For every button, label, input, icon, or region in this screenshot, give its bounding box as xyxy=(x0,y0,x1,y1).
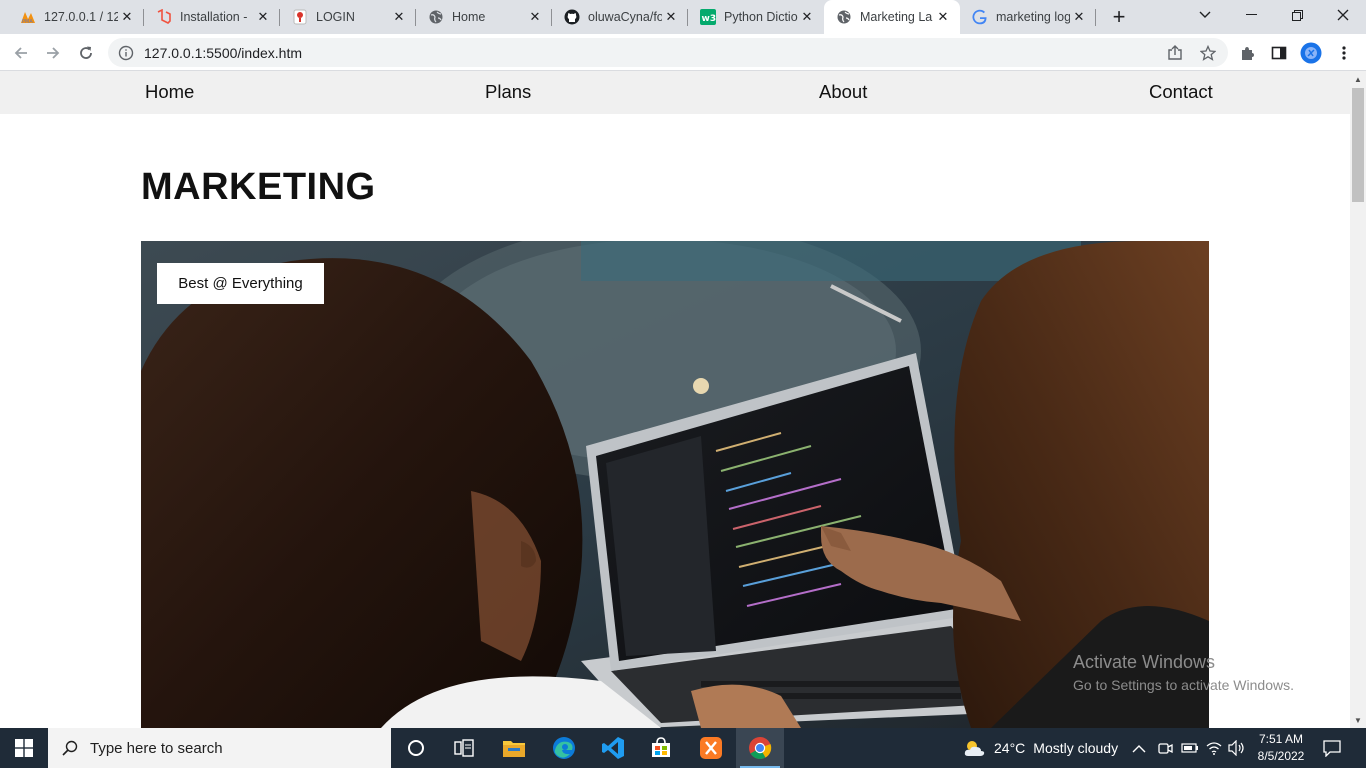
close-tab-icon[interactable]: ✕ xyxy=(662,8,680,26)
microsoft-store-icon[interactable] xyxy=(637,728,685,768)
tab-login[interactable]: LOGIN ✕ xyxy=(280,0,416,34)
address-bar[interactable]: 127.0.0.1:5500/index.htm xyxy=(108,38,1228,67)
google-icon xyxy=(972,9,988,25)
weather-temp: 24°C xyxy=(994,740,1026,756)
restore-button[interactable] xyxy=(1274,0,1320,30)
tab-phpmyadmin[interactable]: PMA 127.0.0.1 / 12 ✕ xyxy=(8,0,144,34)
show-hidden-icons-icon[interactable] xyxy=(1132,728,1146,768)
back-button[interactable] xyxy=(8,40,34,66)
hero-tag-label: Best @ Everything xyxy=(157,263,324,304)
start-button[interactable] xyxy=(0,728,48,768)
close-window-button[interactable] xyxy=(1320,0,1366,30)
tab-marketing[interactable]: Marketing La ✕ xyxy=(824,0,960,34)
github-icon xyxy=(564,9,580,25)
tab-home[interactable]: Home ✕ xyxy=(416,0,552,34)
tab-python-dictionary[interactable]: w3 Python Dictio ✕ xyxy=(688,0,824,34)
browser-tab-strip: PMA 127.0.0.1 / 12 ✕ Installation - ✕ LO… xyxy=(0,0,1366,34)
taskbar-clock[interactable]: 7:51 AM 8/5/2022 xyxy=(1250,731,1312,765)
page-title: MARKETING xyxy=(141,166,376,208)
bookmark-star-icon[interactable] xyxy=(1195,40,1221,66)
windows-taskbar: Type here to search 24°C Mostly cloudy 7… xyxy=(0,728,1366,768)
tab-search-icon[interactable] xyxy=(1182,0,1228,30)
weather-condition: Mostly cloudy xyxy=(1033,740,1119,756)
scrollbar-thumb[interactable] xyxy=(1352,88,1364,202)
w3schools-icon: w3 xyxy=(700,9,716,25)
login-page-icon xyxy=(292,9,308,25)
url-text: 127.0.0.1:5500/index.htm xyxy=(144,44,303,61)
tab-google-search[interactable]: marketing log ✕ xyxy=(960,0,1096,34)
svg-text:PMA: PMA xyxy=(22,19,33,24)
reload-button[interactable] xyxy=(73,40,99,66)
chrome-menu-icon[interactable] xyxy=(1331,40,1357,66)
edge-browser-icon[interactable] xyxy=(540,728,588,768)
scroll-down-arrow-icon[interactable]: ▼ xyxy=(1350,713,1366,727)
close-tab-icon[interactable]: ✕ xyxy=(390,8,408,26)
minimize-button[interactable] xyxy=(1228,0,1274,30)
close-tab-icon[interactable]: ✕ xyxy=(526,8,544,26)
page-scrollbar[interactable]: ▲ ▼ xyxy=(1350,71,1366,728)
tab-installation[interactable]: Installation - ✕ xyxy=(144,0,280,34)
profile-avatar-icon[interactable] xyxy=(1298,40,1324,66)
browser-toolbar: 127.0.0.1:5500/index.htm xyxy=(0,34,1366,71)
vscode-icon[interactable] xyxy=(589,728,637,768)
forward-button[interactable] xyxy=(40,40,66,66)
partly-cloudy-icon xyxy=(962,738,986,758)
globe-icon xyxy=(836,9,852,25)
file-explorer-icon[interactable] xyxy=(490,728,538,768)
cortana-icon[interactable] xyxy=(392,728,440,768)
scroll-up-arrow-icon[interactable]: ▲ xyxy=(1350,72,1366,86)
meet-now-icon[interactable] xyxy=(1157,728,1173,768)
new-tab-button[interactable]: + xyxy=(1108,4,1130,29)
close-tab-icon[interactable]: ✕ xyxy=(254,8,272,26)
windows-logo-icon xyxy=(15,739,33,757)
hero-photo xyxy=(141,241,1209,728)
close-tab-icon[interactable]: ✕ xyxy=(798,8,816,26)
site-info-icon[interactable] xyxy=(118,45,134,61)
notifications-icon[interactable] xyxy=(1322,728,1342,768)
volume-icon[interactable] xyxy=(1228,728,1246,768)
xampp-icon[interactable] xyxy=(687,728,735,768)
phpmyadmin-icon: PMA xyxy=(20,9,36,25)
close-tab-icon[interactable]: ✕ xyxy=(118,8,136,26)
extensions-puzzle-icon[interactable] xyxy=(1234,40,1260,66)
tab-github[interactable]: oluwaCyna/fo ✕ xyxy=(552,0,688,34)
share-icon[interactable] xyxy=(1162,40,1188,66)
taskbar-search-box[interactable]: Type here to search xyxy=(48,728,391,768)
svg-text:w3: w3 xyxy=(702,14,717,24)
laravel-icon xyxy=(156,9,172,25)
site-navigation: Home Plans About Contact xyxy=(0,71,1350,114)
close-tab-icon[interactable]: ✕ xyxy=(934,8,952,26)
hero-image: Best @ Everything xyxy=(141,241,1209,728)
globe-icon xyxy=(428,9,444,25)
search-icon xyxy=(62,740,78,756)
wifi-icon[interactable] xyxy=(1206,728,1222,768)
nav-link-contact[interactable]: Contact xyxy=(1149,81,1213,103)
nav-link-plans[interactable]: Plans xyxy=(485,81,531,103)
nav-link-home[interactable]: Home xyxy=(145,81,194,103)
page-viewport: Home Plans About Contact MARKETING Best … xyxy=(0,71,1350,728)
task-view-icon[interactable] xyxy=(440,728,488,768)
chrome-taskbar-icon[interactable] xyxy=(736,728,784,768)
battery-icon[interactable] xyxy=(1181,728,1199,768)
side-panel-icon[interactable] xyxy=(1266,40,1292,66)
weather-widget[interactable]: 24°C Mostly cloudy xyxy=(962,728,1118,768)
close-tab-icon[interactable]: ✕ xyxy=(1070,8,1088,26)
nav-link-about[interactable]: About xyxy=(819,81,867,103)
activate-windows-watermark: Activate Windows Go to Settings to activ… xyxy=(1073,652,1294,693)
